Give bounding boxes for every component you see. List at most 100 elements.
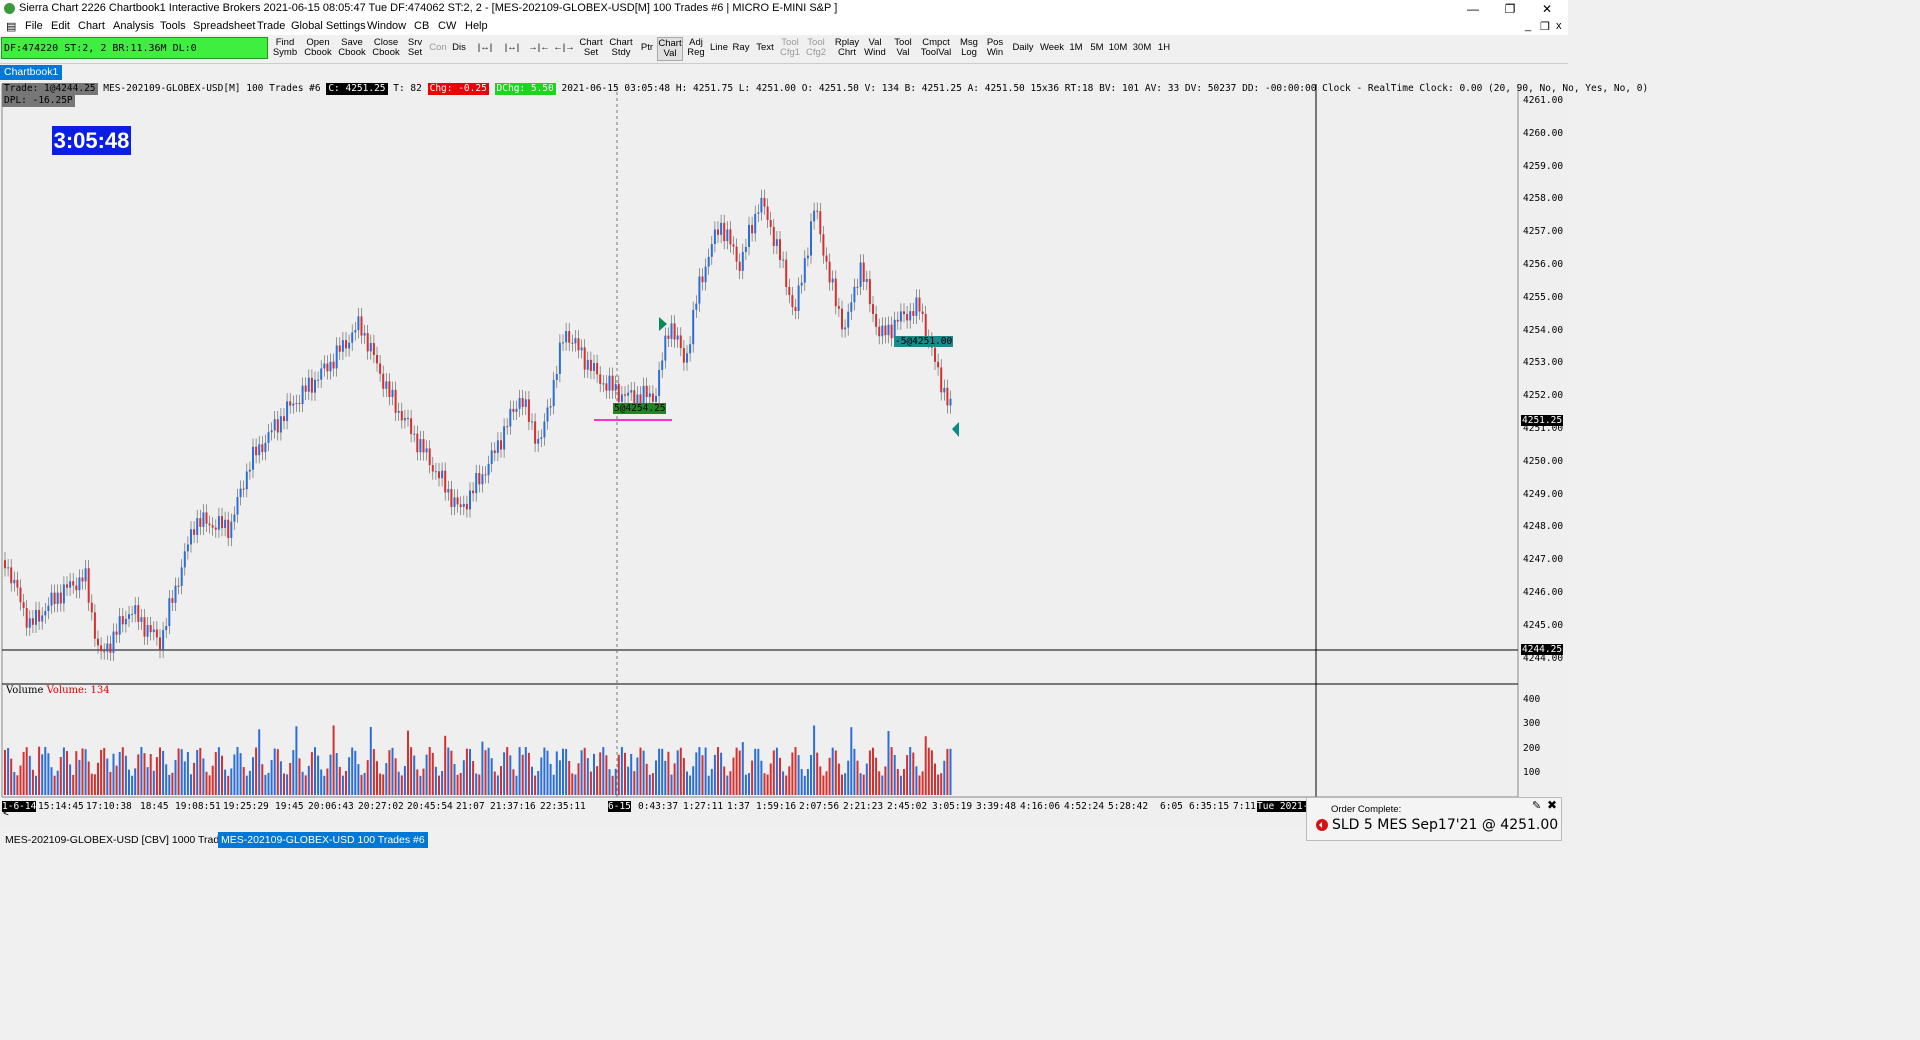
candle-body: [90, 602, 93, 613]
toolbar-button-21[interactable]: Rplay Chrt: [834, 37, 860, 61]
candle-body: [841, 308, 843, 330]
scroll-left-button[interactable]: <: [3, 808, 9, 819]
volume-bar: [394, 758, 397, 795]
toolbar-button-30[interactable]: 5M: [1088, 37, 1106, 61]
chart-tab-cbv[interactable]: MES-202109-GLOBEX-USD [CBV] 1000 Trades …: [2, 832, 248, 848]
volume-bar: [800, 769, 803, 795]
toolbar-button-26[interactable]: Pos Win: [985, 37, 1005, 61]
candle-body: [754, 213, 757, 234]
chartbook-tab[interactable]: Chartbook1: [0, 65, 63, 80]
toolbar-button-13[interactable]: Ptr: [639, 37, 655, 61]
candle-body: [503, 426, 506, 450]
toolbar-button-25[interactable]: Msg Log: [958, 37, 980, 61]
toolbar-button-28[interactable]: Week: [1039, 37, 1065, 61]
candle-body: [782, 259, 785, 261]
toolbar-button-7[interactable]: |↔|: [473, 37, 497, 61]
menu-help[interactable]: Help: [465, 20, 488, 32]
volume-bar: [732, 757, 735, 795]
system-menu-icon[interactable]: ▤: [6, 20, 16, 33]
chart-tab-active[interactable]: MES-202109-GLOBEX-USD 100 Trades #6: [218, 832, 428, 848]
candle-body: [493, 450, 496, 453]
toolbar-button-5[interactable]: Con: [428, 37, 448, 61]
volume-bar: [624, 752, 626, 795]
toolbar-button-20[interactable]: Tool Cfg2: [805, 37, 827, 61]
mdi-close-button[interactable]: x: [1556, 20, 1562, 32]
toolbar-button-27[interactable]: Daily: [1011, 37, 1035, 61]
toolbar-button-32[interactable]: 30M: [1132, 37, 1152, 61]
toolbar-button-23[interactable]: Tool Val: [892, 37, 914, 61]
toolbar-button-24[interactable]: Cmpct ToolVal: [919, 37, 953, 61]
candle-body: [422, 439, 425, 453]
menu-tools[interactable]: Tools: [160, 20, 186, 32]
candle-body: [286, 401, 289, 422]
toolbar-button-1[interactable]: Open Cbook: [302, 37, 334, 61]
menu-cb[interactable]: CB: [414, 20, 429, 32]
menu-spreadsheet[interactable]: Spreadsheet: [193, 20, 255, 32]
toolbar-button-14[interactable]: Chart Val: [657, 37, 683, 61]
menu-global-settings[interactable]: Global Settings: [291, 20, 366, 32]
toolbar-button-19[interactable]: Tool Cfg1: [779, 37, 801, 61]
volume-bar: [856, 760, 859, 795]
order-complete-popup[interactable]: Order Complete: ✎ ✖ SLD 5 MES Sep17'21 @…: [1306, 797, 1562, 841]
candle-body: [165, 626, 168, 631]
toolbar-button-6[interactable]: Dis: [450, 37, 468, 61]
candle-body: [810, 221, 812, 256]
toolbar-button-3[interactable]: Close Cbook: [371, 37, 401, 61]
menu-bar: ▤ File Edit Chart Analysis Tools Spreads…: [0, 18, 1568, 35]
menu-cw[interactable]: CW: [438, 20, 456, 32]
toolbar-button-16[interactable]: Line: [709, 37, 729, 61]
volume-bar: [518, 747, 521, 795]
time-axis-label: 20:27:02: [358, 801, 404, 812]
popup-close-icon[interactable]: ✖: [1547, 798, 1557, 812]
candle-body: [261, 444, 264, 453]
menu-file[interactable]: File: [25, 20, 43, 32]
candle-body: [726, 229, 729, 242]
toolbar-button-10[interactable]: ←|→: [552, 37, 576, 61]
pin-icon[interactable]: ✎: [1532, 799, 1541, 812]
candle-body: [596, 363, 599, 375]
volume-bar: [927, 747, 930, 795]
candle-body: [428, 448, 431, 466]
candle-body: [599, 374, 602, 384]
close-button[interactable]: ✕: [1527, 0, 1567, 18]
candle-body: [400, 410, 403, 421]
toolbar-button-8[interactable]: |↔|: [500, 37, 524, 61]
toolbar-button-12[interactable]: Chart Stdy: [608, 37, 634, 61]
toolbar-button-15[interactable]: Adj Reg: [686, 37, 706, 61]
volume-bar: [692, 766, 695, 795]
volume-bar: [881, 775, 884, 795]
toolbar-button-18[interactable]: Text: [754, 37, 776, 61]
volume-bar: [589, 771, 592, 795]
toolbar-button-4[interactable]: Srv Set: [405, 37, 425, 61]
menu-analysis[interactable]: Analysis: [113, 20, 154, 32]
toolbar-button-11[interactable]: Chart Set: [578, 37, 604, 61]
menu-window[interactable]: Window: [367, 20, 406, 32]
minimize-button[interactable]: —: [1453, 0, 1493, 18]
mdi-minimize-button[interactable]: _: [1525, 20, 1531, 32]
volume-bar: [527, 752, 530, 795]
toolbar-button-22[interactable]: Val Wind: [863, 37, 887, 61]
volume-bar: [317, 755, 320, 795]
mdi-restore-button[interactable]: ❐: [1540, 20, 1550, 33]
account-status[interactable]: DF:474220 ST:2, 2 BR:11.36M DL:0: [1, 37, 268, 59]
candle-body: [217, 516, 220, 530]
time-axis-label: 4:52:24: [1064, 801, 1105, 812]
candle-body: [31, 618, 34, 625]
price-chart[interactable]: [0, 81, 1568, 828]
maximize-button[interactable]: ❐: [1490, 0, 1530, 18]
toolbar-button-0[interactable]: Find Symb: [272, 37, 298, 61]
menu-edit[interactable]: Edit: [51, 20, 70, 32]
toolbar-button-31[interactable]: 10M: [1108, 37, 1128, 61]
menu-chart[interactable]: Chart: [78, 20, 105, 32]
volume-bar: [245, 775, 248, 795]
toolbar-button-17[interactable]: Ray: [732, 37, 750, 61]
menu-trade[interactable]: Trade: [257, 20, 285, 32]
candle-body: [679, 335, 682, 349]
toolbar-button-29[interactable]: 1M: [1068, 37, 1084, 61]
chart-area[interactable]: Trade: 1@4244.25 MES-202109-GLOBEX-USD[M…: [0, 81, 1648, 828]
toolbar-button-2[interactable]: Save Cbook: [337, 37, 367, 61]
toolbar-button-9[interactable]: →|←: [527, 37, 551, 61]
volume-bar: [723, 766, 726, 795]
volume-bar: [760, 760, 763, 795]
toolbar-button-33[interactable]: 1H: [1156, 37, 1172, 61]
